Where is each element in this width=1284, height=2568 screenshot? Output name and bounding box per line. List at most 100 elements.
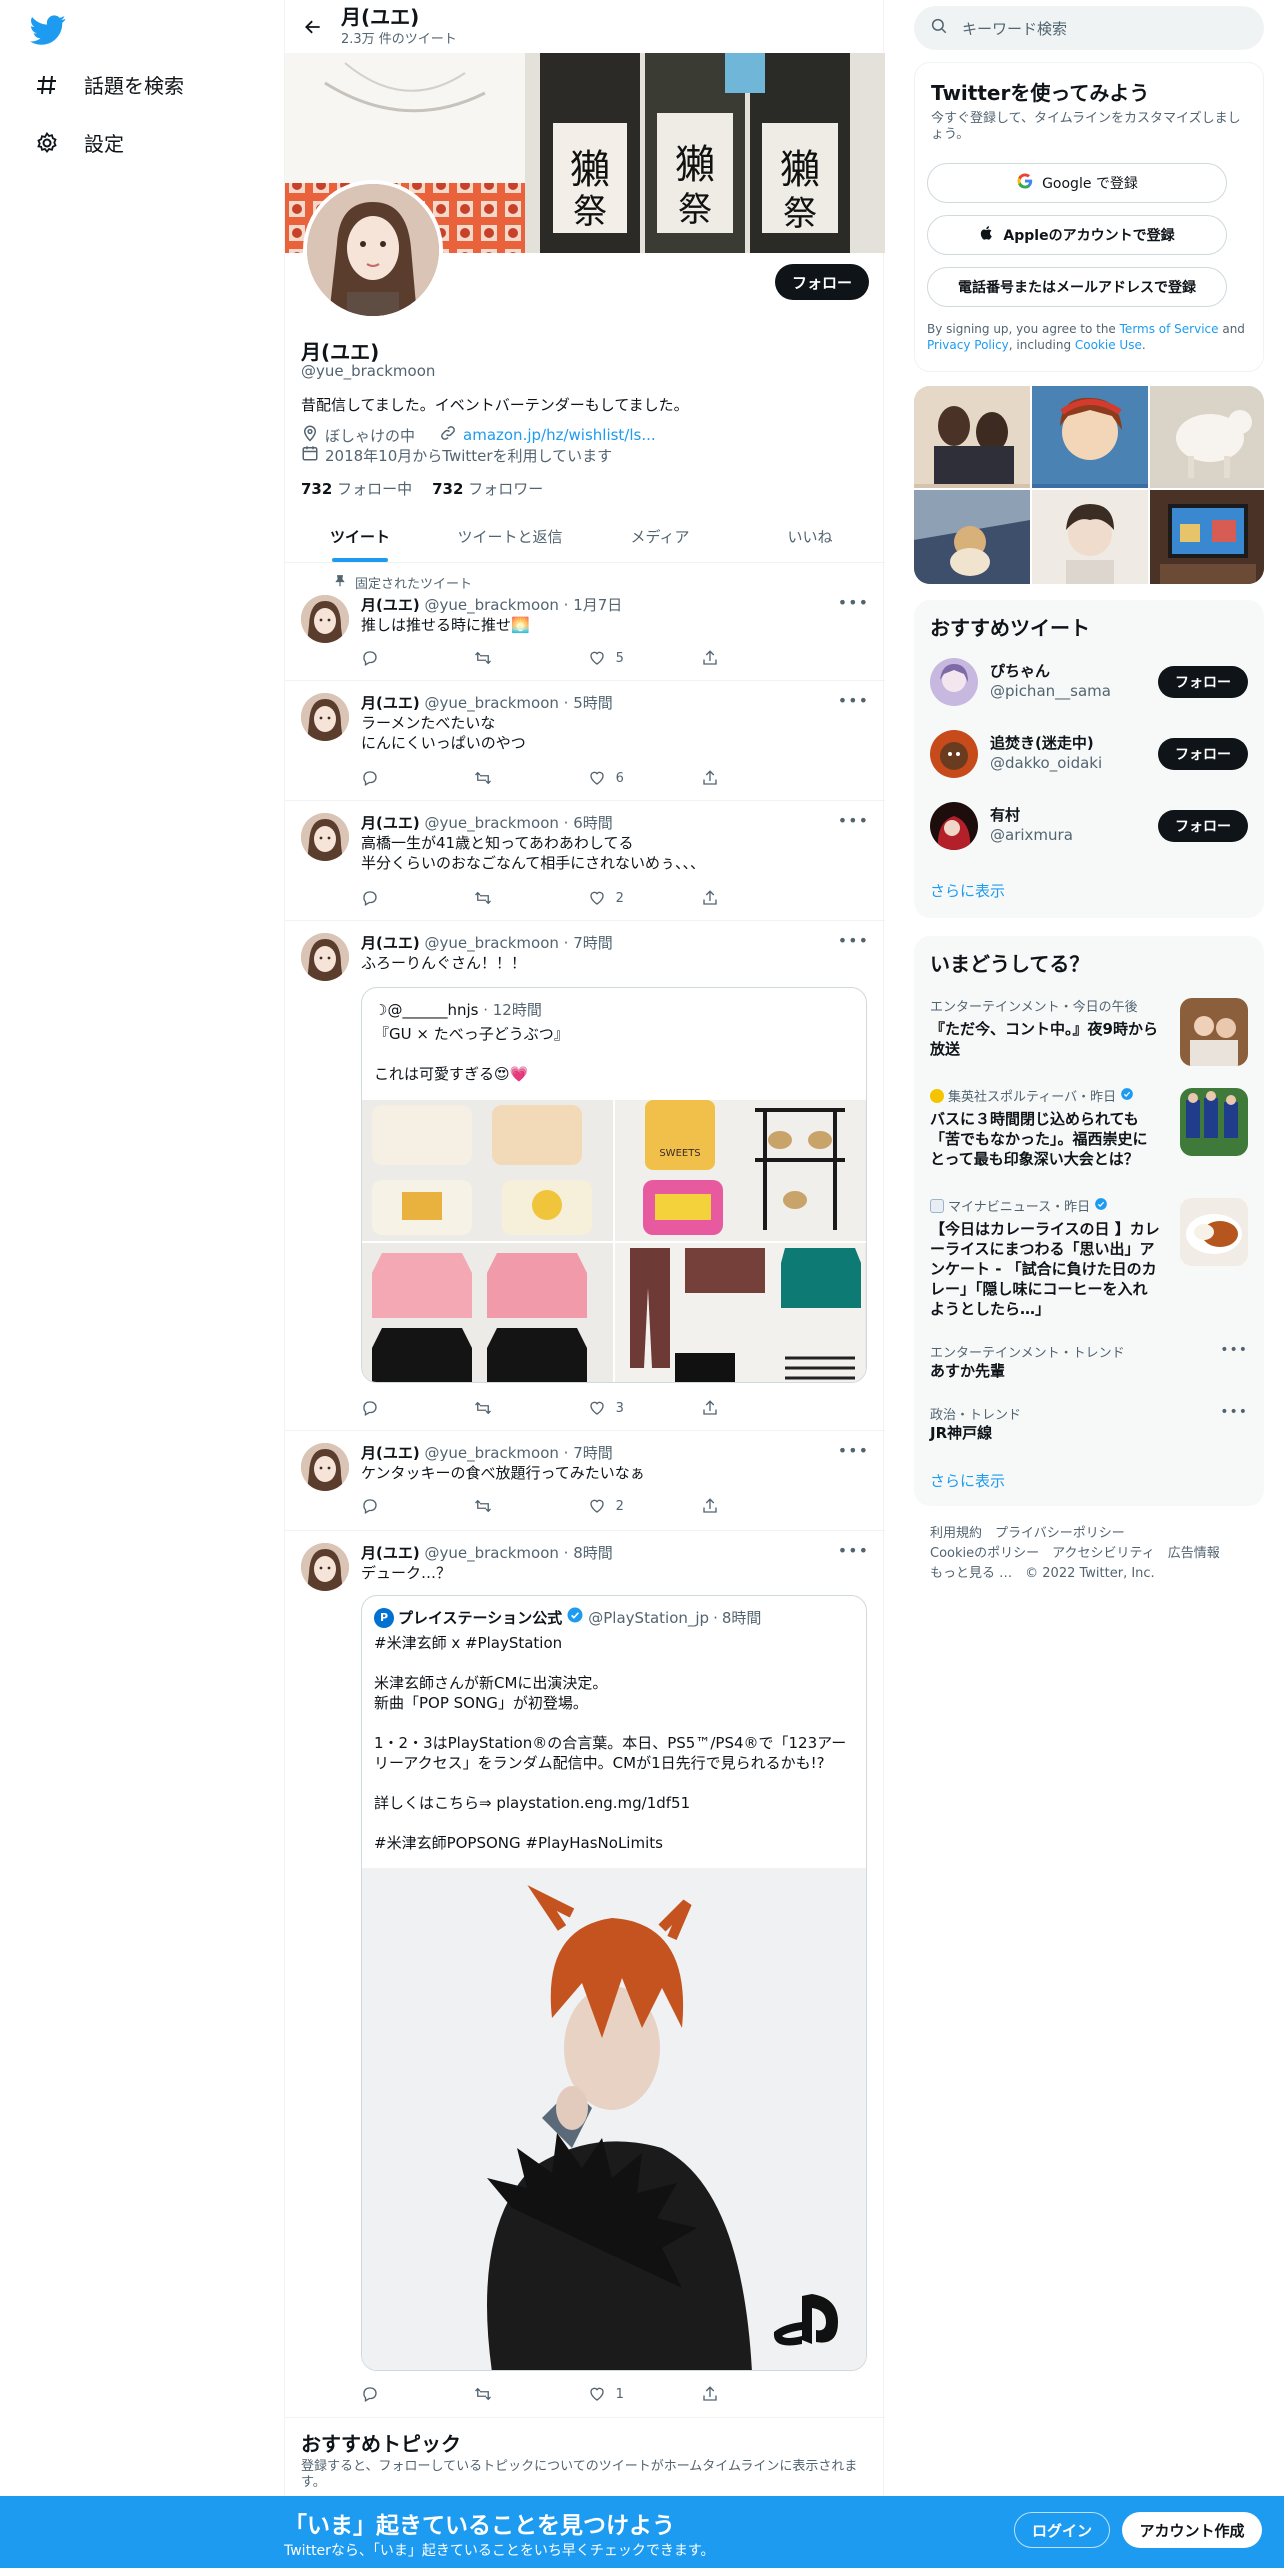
login-button[interactable]: ログイン [1014,2512,1110,2548]
tweet[interactable]: ••• 月(ユエ) @yue_brackmoon · 7時間 ふろーりんぐさん！… [285,921,885,1431]
tweet-time[interactable]: 1月7日 [573,596,622,614]
follow-suggestion-button[interactable]: フォロー [1158,810,1248,842]
reply-button[interactable] [361,1399,461,1417]
quote-media-grid[interactable]: SWEETS [362,1100,866,1382]
footer-ads-link[interactable]: 広告情報 [1168,1546,1220,1561]
trend-item[interactable]: エンターテインメント・今日の午後 『ただ今、コント中。』夜9時から放送 [930,996,1248,1076]
tweet[interactable]: ••• 月(ユエ) @yue_brackmoon · 6時間 高橋一生が41歳と… [285,801,885,921]
quoted-tweet[interactable]: ☽@______hnjs · 12時間 『GU × たべっ子どうぶつ』 これは可… [361,987,867,1383]
media-thumbnail[interactable] [1150,386,1264,488]
more-icon[interactable]: ••• [1220,1404,1248,1420]
cookie-link[interactable]: Cookie Use [1075,338,1142,352]
quote-media-image[interactable]: SWEETS [615,1100,866,1241]
tweet-author-name[interactable]: 月(ユエ) [361,814,420,832]
reply-button[interactable] [361,2385,461,2403]
retweet-button[interactable] [474,2385,574,2403]
tab-likes[interactable]: いいね [735,510,885,562]
media-thumbnail[interactable] [914,490,1030,584]
quoted-tweet[interactable]: P プレイステーション公式 @PlayStation_jp · 8時間 #米津玄師 … [361,1595,867,2371]
tweet-avatar[interactable] [301,1543,349,1591]
like-button[interactable]: 3 [588,1399,688,1417]
like-button[interactable]: 5 [588,649,688,667]
follow-suggestion[interactable]: 追焚き(迷走中) @dakko_oidaki フォロー [930,726,1248,782]
tweet-time[interactable]: 6時間 [573,814,613,832]
tweet-author-name[interactable]: 月(ユエ) [361,934,420,952]
reply-button[interactable] [361,1497,461,1515]
quote-media-image[interactable] [362,1868,866,2370]
follow-suggestion-button[interactable]: フォロー [1158,666,1248,698]
retweet-button[interactable] [474,889,574,907]
retweet-button[interactable] [474,1497,574,1515]
more-icon[interactable]: ••• [1220,1342,1248,1358]
media-thumbnail[interactable] [1150,490,1264,584]
media-thumbnail[interactable] [914,386,1030,488]
footer-more-link[interactable]: もっと見る … [930,1566,1012,1581]
reply-button[interactable] [361,889,461,907]
privacy-link[interactable]: Privacy Policy [927,338,1009,352]
follow-suggestion-button[interactable]: フォロー [1158,738,1248,770]
tweet[interactable]: ••• 月(ユエ) @yue_brackmoon · 5時間 ラーメンたべたいな… [285,681,885,801]
trend-item[interactable]: 政治・トレンド JR神戸線 ••• [930,1404,1248,1454]
suggestion-avatar[interactable] [930,730,978,778]
trends-more-link[interactable]: さらに表示 [930,1470,1005,1491]
follow-suggestion[interactable]: ぴちゃん @pichan__sama フォロー [930,654,1248,710]
tweet-avatar[interactable] [301,813,349,861]
retweet-button[interactable] [474,1399,574,1417]
tweet[interactable]: ••• 月(ユエ) @yue_brackmoon · 8時間 デューク…？ P … [285,1531,885,2418]
tweet[interactable]: ••• 月(ユエ) @yue_brackmoon · 7時間 ケンタッキーの食べ… [285,1431,885,1531]
phone-email-signup-button[interactable]: 電話番号またはメールアドレスで登録 [927,267,1227,307]
apple-signup-button[interactable]: Appleのアカウントで登録 [927,215,1227,255]
media-thumbnail[interactable] [1032,386,1148,488]
tweet-time[interactable]: 7時間 [573,1444,613,1462]
following-stat[interactable]: 732 フォロー中 [301,478,412,499]
trend-item[interactable]: マイナビニュース・昨日 【今日はカレーライスの日 】カレーライスにまつわる「思い… [930,1196,1248,1336]
followers-stat[interactable]: 732 フォロワー [432,478,543,499]
tweet-time[interactable]: 7時間 [573,934,613,952]
media-thumbnail[interactable] [1032,490,1148,584]
tab-tweets[interactable]: ツイート [285,510,435,562]
like-button[interactable]: 2 [588,1497,688,1515]
tweet-author-name[interactable]: 月(ユエ) [361,694,420,712]
retweet-button[interactable] [474,769,574,787]
suggestion-avatar[interactable] [930,802,978,850]
like-button[interactable]: 1 [588,2385,688,2403]
nav-explore[interactable]: 話題を検索 [34,70,184,99]
footer-privacy-link[interactable]: プライバシーポリシー [995,1526,1125,1541]
tweet[interactable]: 固定されたツイート ••• 月(ユエ) @yue_brackmoon · 1月7… [285,563,885,681]
tweet-time[interactable]: 5時間 [573,694,613,712]
tweet-author-name[interactable]: 月(ユエ) [361,1544,420,1562]
quote-media-image[interactable] [362,1243,613,1382]
reply-button[interactable] [361,649,461,667]
tweet-avatar[interactable] [301,693,349,741]
profile-link[interactable]: amazon.jp/hz/wishlist/ls... [463,426,656,444]
trend-item[interactable]: エンターテインメント・トレンド あすか先輩 ••• [930,1342,1248,1392]
share-button[interactable] [701,889,801,907]
like-button[interactable]: 6 [588,769,688,787]
like-button[interactable]: 2 [588,889,688,907]
back-arrow-icon[interactable] [285,0,341,53]
follow-suggestion[interactable]: 有村 @arixmura フォロー [930,798,1248,854]
reply-button[interactable] [361,769,461,787]
footer-cookie-link[interactable]: Cookieのポリシー [930,1546,1039,1561]
footer-terms-link[interactable]: 利用規約 [930,1526,982,1541]
google-signup-button[interactable]: Google で登録 [927,163,1227,203]
create-account-button[interactable]: アカウント作成 [1122,2512,1262,2548]
nav-settings[interactable]: 設定 [34,128,124,157]
tweet-author-name[interactable]: 月(ユエ) [361,596,420,614]
tab-media[interactable]: メディア [585,510,735,562]
tweet-author-name[interactable]: 月(ユエ) [361,1444,420,1462]
share-button[interactable] [701,649,801,667]
share-button[interactable] [701,1497,801,1515]
tweet-time[interactable]: 8時間 [573,1544,613,1562]
quote-media-image[interactable] [362,1100,613,1241]
twitter-logo-icon[interactable] [30,12,66,48]
retweet-button[interactable] [474,649,574,667]
footer-accessibility-link[interactable]: アクセシビリティ [1052,1546,1155,1561]
share-button[interactable] [701,769,801,787]
share-button[interactable] [701,2385,801,2403]
tweet-avatar[interactable] [301,595,349,643]
tab-tweets-replies[interactable]: ツイートと返信 [435,510,585,562]
share-button[interactable] [701,1399,801,1417]
tweet-avatar[interactable] [301,933,349,981]
follow-button[interactable]: フォロー [775,264,869,300]
